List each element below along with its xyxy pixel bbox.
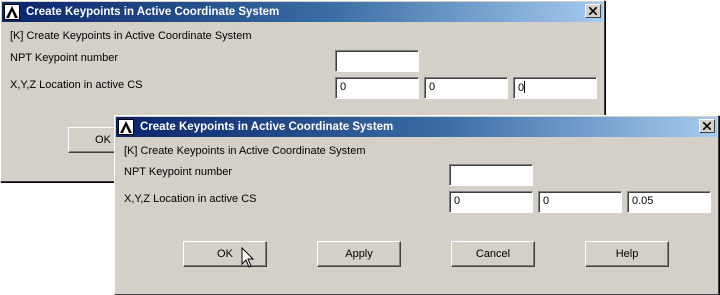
front-dialog: Create Keypoints in Active Coordinate Sy…: [114, 115, 719, 295]
front-npt-label: NPT Keypoint number: [124, 166, 233, 178]
front-dialog-title: Create Keypoints in Active Coordinate Sy…: [140, 121, 394, 133]
ansys-logo-icon: [4, 4, 20, 20]
back-header-label: [K] Create Keypoints in Active Coordinat…: [10, 30, 252, 42]
front-dialog-titlebar[interactable]: Create Keypoints in Active Coordinate Sy…: [116, 117, 717, 137]
back-npt-label: NPT Keypoint number: [10, 52, 119, 64]
front-y-input[interactable]: 0: [538, 191, 622, 213]
apply-button[interactable]: Apply: [317, 241, 401, 267]
mouse-pointer-icon: [241, 247, 255, 268]
front-xyz-label: X,Y,Z Location in active CS: [124, 193, 257, 205]
ansys-logo-icon: [118, 119, 134, 135]
back-keypoint-number-input[interactable]: [335, 50, 419, 72]
close-icon: [589, 7, 597, 15]
back-z-input[interactable]: 0: [513, 77, 597, 99]
cancel-button[interactable]: Cancel: [451, 241, 535, 267]
help-button[interactable]: Help: [585, 241, 669, 267]
front-x-input[interactable]: 0: [449, 191, 533, 213]
front-z-input[interactable]: 0.05: [627, 191, 711, 213]
back-close-button[interactable]: [585, 4, 601, 18]
close-icon: [703, 122, 711, 130]
front-keypoint-number-input[interactable]: [449, 164, 533, 186]
back-dialog-titlebar[interactable]: Create Keypoints in Active Coordinate Sy…: [2, 2, 603, 22]
back-y-input[interactable]: 0: [424, 77, 508, 99]
back-x-input[interactable]: 0: [335, 77, 419, 99]
back-xyz-label: X,Y,Z Location in active CS: [10, 79, 143, 91]
text-caret: [524, 81, 526, 93]
front-close-button[interactable]: [699, 119, 715, 133]
back-dialog-title: Create Keypoints in Active Coordinate Sy…: [26, 6, 280, 18]
front-header-label: [K] Create Keypoints in Active Coordinat…: [124, 145, 366, 157]
